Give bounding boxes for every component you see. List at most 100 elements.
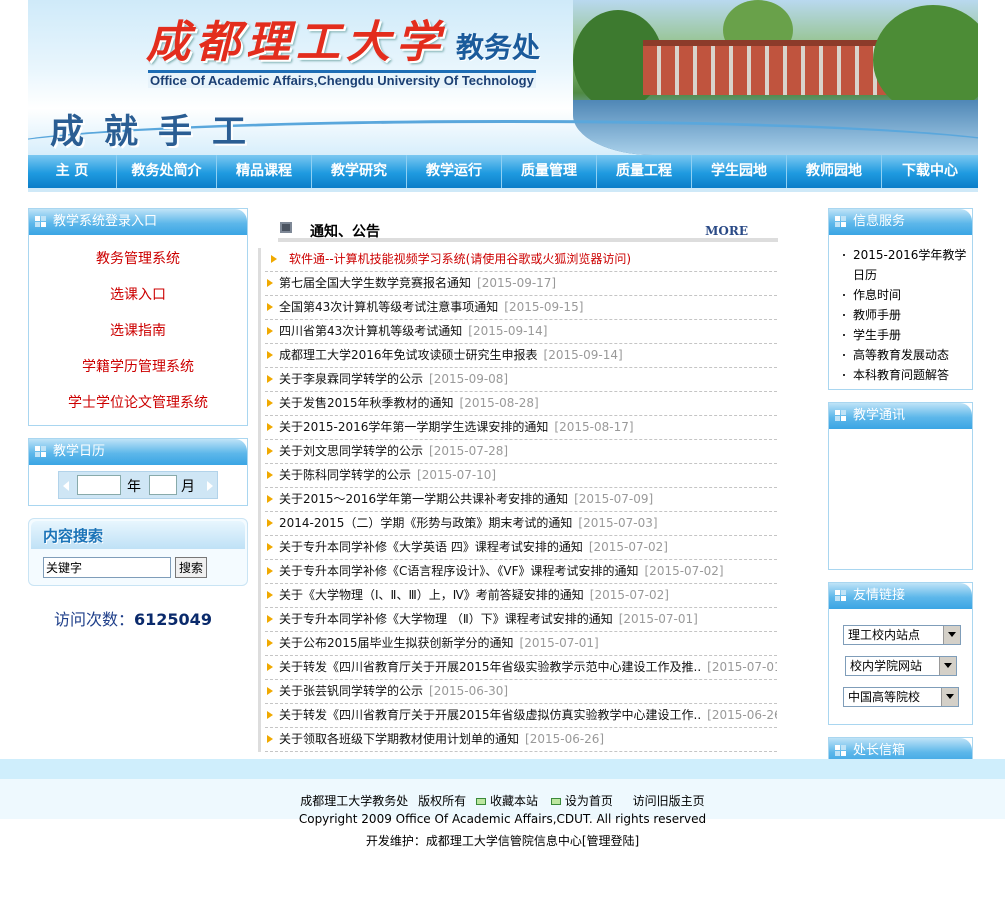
notice-link[interactable]: 关于转发《四川省教育厅关于开展2015年省级虚拟仿真实验教学中心建设工作.. xyxy=(279,708,701,722)
search-input[interactable] xyxy=(43,557,171,578)
links-title: 友情链接 xyxy=(853,588,906,603)
notice-item[interactable]: 关于2015-2016学年第一学期学生选课安排的通知 [2015-08-17] xyxy=(265,416,777,440)
notice-link[interactable]: 成都理工大学2016年免试攻读硕士研究生申报表 xyxy=(279,348,538,362)
notice-link[interactable]: 四川省第43次计算机等级考试通知 xyxy=(279,324,462,338)
system-link[interactable]: 教务管理系统 xyxy=(29,241,247,277)
notice-link[interactable]: 关于专升本同学补修《大学物理 （Ⅱ）下》课程考试安排的通知 xyxy=(279,612,613,626)
dept-name: 教务处 xyxy=(456,31,541,64)
nav-quality-mgmt[interactable]: 质量管理 xyxy=(502,155,597,188)
notice-item[interactable]: 关于2015～2016学年第一学期公共课补考安排的通知 [2015-07-09] xyxy=(265,488,777,512)
bookmark-link[interactable]: 收藏本站 xyxy=(475,794,541,808)
maintainer[interactable]: 开发维护：成都理工大学信管院信息中心[管理登陆] xyxy=(0,832,1005,849)
links-selects: 理工校内站点 校内学院网站 中国高等院校 xyxy=(829,609,972,724)
notice-item[interactable]: 关于刘文思同学转学的公示 [2015-07-28] xyxy=(265,440,777,464)
link-select[interactable]: 校内学院网站 xyxy=(845,656,957,676)
nav-operations[interactable]: 教学运行 xyxy=(407,155,502,188)
notice-item[interactable]: 第七届全国大学生数学竞赛报名通知 [2015-09-17] xyxy=(265,272,777,296)
notice-link[interactable]: 关于专升本同学补修《C语言程序设计》、《VF》课程考试安排的通知 xyxy=(279,564,639,578)
nav-courses[interactable]: 精品课程 xyxy=(217,155,312,188)
nav-teachers[interactable]: 教师园地 xyxy=(787,155,882,188)
info-item[interactable]: 教师手册 xyxy=(843,305,972,325)
notice-link[interactable]: 第七届全国大学生数学竞赛报名通知 xyxy=(279,276,471,290)
notice-item[interactable]: 关于专升本同学补修《大学英语 四》课程考试安排的通知 [2015-07-02] xyxy=(265,536,777,560)
system-link[interactable]: 选课指南 xyxy=(29,313,247,349)
notice-date: [2015-09-15] xyxy=(504,300,584,314)
notice-link[interactable]: 关于2015～2016学年第一学期公共课补考安排的通知 xyxy=(279,492,568,506)
notice-link[interactable]: 关于张芸钒同学转学的公示 xyxy=(279,684,423,698)
nav-research[interactable]: 教学研究 xyxy=(312,155,407,188)
nav-quality-eng[interactable]: 质量工程 xyxy=(597,155,692,188)
notice-item[interactable]: 软件通--计算机技能视频学习系统(请使用谷歌或火狐浏览器访问) xyxy=(265,248,777,272)
prev-arrow-icon[interactable] xyxy=(63,481,69,491)
login-box-title: 教学系统登录入口 xyxy=(53,214,158,229)
month-input[interactable] xyxy=(149,475,177,495)
square-icon xyxy=(835,745,847,757)
notice-link[interactable]: 关于陈科同学转学的公示 xyxy=(279,468,411,482)
notice-link[interactable]: 关于公布2015届毕业生拟获创新学分的通知 xyxy=(279,636,514,650)
notice-item[interactable]: 关于转发《四川省教育厅关于开展2015年省级实验教学示范中心建设工作及推.. [2… xyxy=(265,656,777,680)
notice-link[interactable]: 关于发售2015年秋季教材的通知 xyxy=(279,396,454,410)
notice-item[interactable]: 关于《大学物理（Ⅰ、Ⅱ、Ⅲ）上，Ⅳ》考前答疑安排的通知 [2015-07-02] xyxy=(265,584,777,608)
right-column: 信息服务 2015-2016学年教学日历 作息时间 教师手册 学生手册 高等教育… xyxy=(828,208,973,776)
notice-item[interactable]: 关于陈科同学转学的公示 [2015-07-10] xyxy=(265,464,777,488)
notice-date: [2015-09-17] xyxy=(477,276,557,290)
link-select[interactable]: 中国高等院校 xyxy=(843,687,959,707)
nav-students[interactable]: 学生园地 xyxy=(692,155,787,188)
notice-link[interactable]: 关于李泉霖同学转学的公示 xyxy=(279,372,423,386)
visits-count: 6125049 xyxy=(134,610,212,629)
notice-item[interactable]: 关于张芸钒同学转学的公示 [2015-06-30] xyxy=(265,680,777,704)
calendar-title: 教学日历 xyxy=(53,444,106,459)
old-site-link[interactable]: 访问旧版主页 xyxy=(633,794,705,808)
chevron-down-icon[interactable] xyxy=(943,626,960,644)
more-link[interactable]: MORE xyxy=(705,224,748,238)
bullet-icon xyxy=(267,399,273,407)
set-homepage-link[interactable]: 设为首页 xyxy=(550,794,616,808)
notice-item[interactable]: 2014-2015（二）学期《形势与政策》期末考试的通知 [2015-07-03] xyxy=(265,512,777,536)
system-link[interactable]: 学籍学历管理系统 xyxy=(29,349,247,385)
nav-home[interactable]: 主 页 xyxy=(28,155,117,188)
notice-item[interactable]: 全国第43次计算机等级考试注意事项通知 [2015-09-15] xyxy=(265,296,777,320)
info-item[interactable]: 2015-2016学年教学日历 xyxy=(843,245,972,285)
notice-item[interactable]: 关于专升本同学补修《C语言程序设计》、《VF》课程考试安排的通知 [2015-07… xyxy=(265,560,777,584)
bullet-icon xyxy=(267,495,273,503)
bullet-icon xyxy=(267,591,273,599)
notice-icon xyxy=(280,222,292,233)
notice-item[interactable]: 四川省第43次计算机等级考试通知 [2015-09-14] xyxy=(265,320,777,344)
nav-intro[interactable]: 教务处简介 xyxy=(117,155,217,188)
notice-link[interactable]: 2014-2015（二）学期《形势与政策》期末考试的通知 xyxy=(279,516,572,530)
notice-list: 软件通--计算机技能视频学习系统(请使用谷歌或火狐浏览器访问) 第七届全国大学生数… xyxy=(258,248,778,752)
main-nav: 主 页 教务处简介 精品课程 教学研究 教学运行 质量管理 质量工程 学生园地 … xyxy=(28,155,978,192)
nav-downloads[interactable]: 下载中心 xyxy=(882,155,978,188)
tree-graphic xyxy=(873,5,978,115)
info-item[interactable]: 作息时间 xyxy=(843,285,972,305)
notice-item[interactable]: 关于转发《四川省教育厅关于开展2015年省级虚拟仿真实验教学中心建设工作.. [2… xyxy=(265,704,777,728)
system-link[interactable]: 选课入口 xyxy=(29,277,247,313)
notice-link[interactable]: 关于领取各班级下学期教材使用计划单的通知 xyxy=(279,732,519,746)
year-input[interactable] xyxy=(77,475,121,495)
search-button[interactable]: 搜索 xyxy=(175,557,207,578)
next-arrow-icon[interactable] xyxy=(207,481,213,491)
info-item[interactable]: 高等教育发展动态 xyxy=(843,345,972,365)
notice-item[interactable]: 关于领取各班级下学期教材使用计划单的通知 [2015-06-26] xyxy=(265,728,777,752)
notice-link[interactable]: 全国第43次计算机等级考试注意事项通知 xyxy=(279,300,498,314)
notice-link[interactable]: 关于《大学物理（Ⅰ、Ⅱ、Ⅲ）上，Ⅳ》考前答疑安排的通知 xyxy=(279,588,584,602)
notice-item[interactable]: 关于公布2015届毕业生拟获创新学分的通知 [2015-07-01] xyxy=(265,632,777,656)
bullet-icon xyxy=(267,279,273,287)
notice-link[interactable]: 关于2015-2016学年第一学期学生选课安排的通知 xyxy=(279,420,548,434)
notice-date: [2015-07-02] xyxy=(588,540,668,554)
notice-item[interactable]: 成都理工大学2016年免试攻读硕士研究生申报表 [2015-09-14] xyxy=(265,344,777,368)
info-item[interactable]: 本科教育问题解答 xyxy=(843,365,972,385)
notice-item[interactable]: 关于专升本同学补修《大学物理 （Ⅱ）下》课程考试安排的通知 [2015-07-01… xyxy=(265,608,777,632)
system-link[interactable]: 学士学位论文管理系统 xyxy=(29,385,247,421)
bullet-icon xyxy=(267,663,273,671)
link-select[interactable]: 理工校内站点 xyxy=(843,625,961,645)
info-item[interactable]: 学生手册 xyxy=(843,325,972,345)
chevron-down-icon[interactable] xyxy=(941,688,958,706)
chevron-down-icon[interactable] xyxy=(939,657,956,675)
notice-item[interactable]: 关于发售2015年秋季教材的通知 [2015-08-28] xyxy=(265,392,777,416)
notice-link[interactable]: 关于刘文思同学转学的公示 xyxy=(279,444,423,458)
notice-link[interactable]: 关于转发《四川省教育厅关于开展2015年省级实验教学示范中心建设工作及推.. xyxy=(279,660,701,674)
notice-link[interactable]: 关于专升本同学补修《大学英语 四》课程考试安排的通知 xyxy=(279,540,583,554)
notice-item[interactable]: 关于李泉霖同学转学的公示 [2015-09-08] xyxy=(265,368,777,392)
notice-link[interactable]: 软件通--计算机技能视频学习系统(请使用谷歌或火狐浏览器访问) xyxy=(289,252,631,266)
